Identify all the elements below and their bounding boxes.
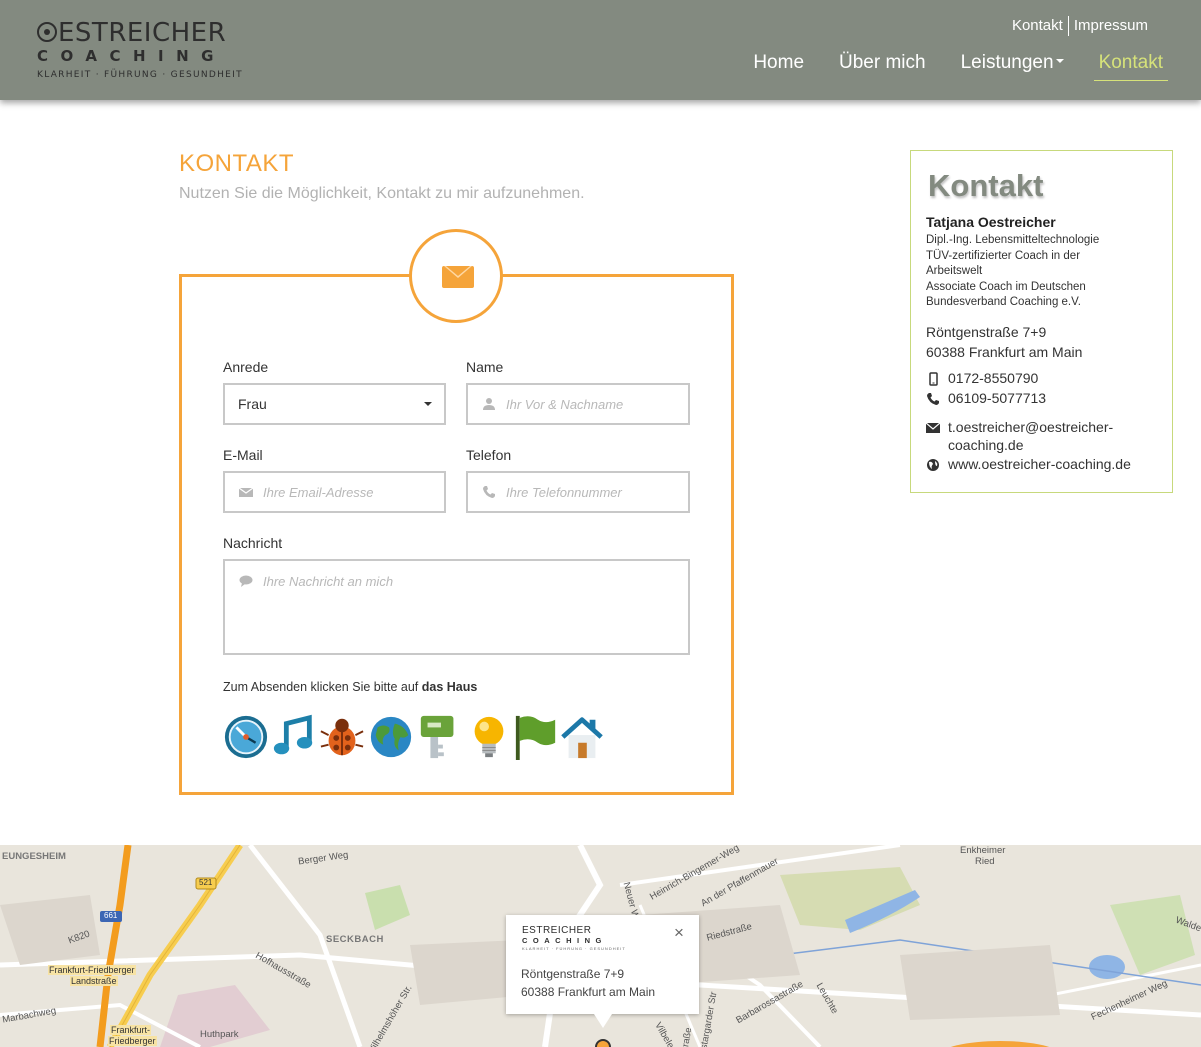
house-icon[interactable]: [559, 713, 605, 761]
envelope-icon: [442, 266, 474, 288]
name-input[interactable]: Ihr Vor & Nachname: [466, 383, 690, 425]
meta-link-impressum[interactable]: Impressum: [1074, 17, 1148, 34]
globe-small-icon: [927, 459, 939, 472]
map-label: Frankfurt-Friedberger: [48, 965, 136, 975]
map-label: Huthpark: [200, 1029, 239, 1040]
contact-address: Röntgenstraße 7+9 60388 Frankfurt am Mai…: [926, 324, 1083, 360]
main-nav: Home Über mich Leistungen Kontakt: [723, 52, 1168, 81]
envelope-icon: [926, 422, 940, 433]
map-label: Landstraße: [70, 976, 118, 986]
email-input[interactable]: Ihre Email-Adresse: [223, 471, 446, 513]
page-title: KONTAKT: [179, 150, 295, 177]
captcha-hint-target: das Haus: [421, 680, 478, 694]
map-label: 521: [199, 878, 213, 887]
contact-phone: 06109-5077713: [926, 390, 1046, 406]
contact-description: Dipl.-Ing. Lebensmitteltechnologie TÜV-z…: [926, 234, 1100, 308]
phone-icon: [483, 486, 495, 498]
contact-name: Tatjana Oestreicher: [926, 214, 1056, 230]
nachricht-label: Nachricht: [223, 535, 283, 551]
map-label: 661: [104, 911, 118, 920]
map-label: SECKBACH: [326, 934, 384, 945]
map-info-popup: ESTREICHER COACHING KLARHEIT · FÜHRUNG ·…: [506, 915, 699, 1028]
mobile-phone-icon: [929, 372, 938, 387]
contact-website: www.oestreicher-coaching.de: [926, 456, 1131, 472]
nav-item-ueber-mich[interactable]: Über mich: [834, 52, 931, 80]
logo-tagline: KLARHEIT · FÜHRUNG · GESUNDHEIT: [37, 70, 243, 80]
sidebar-title: Kontakt: [928, 168, 1044, 203]
map-label: Friedberger: [108, 1036, 157, 1046]
compass-icon[interactable]: [223, 713, 269, 761]
chevron-down-icon: [424, 402, 432, 406]
speech-bubble-icon: [239, 575, 253, 587]
site-logo[interactable]: ESTREICHER COACHING KLARHEIT · FÜHRUNG ·…: [37, 19, 243, 83]
flag-icon[interactable]: [513, 713, 559, 761]
contact-email: t.oestreicher@oestreicher-coaching.de: [926, 418, 1113, 454]
email-label: E-Mail: [223, 447, 263, 463]
bug-icon[interactable]: [319, 713, 365, 761]
telefon-placeholder: Ihre Telefonnummer: [506, 485, 622, 500]
anrede-value: Frau: [238, 396, 267, 412]
site-header: ESTREICHER COACHING KLARHEIT · FÜHRUNG ·…: [0, 0, 1201, 100]
globe-icon[interactable]: [368, 713, 414, 761]
anrede-select[interactable]: Frau: [223, 383, 446, 425]
popup-logo-tagline: KLARHEIT · FÜHRUNG · GESUNDHEIT: [522, 946, 626, 951]
map-label: EUNGESHEIM: [2, 851, 66, 862]
popup-logo: ESTREICHER: [522, 925, 592, 936]
nachricht-textarea[interactable]: Ihre Nachricht an mich: [223, 559, 690, 655]
name-placeholder: Ihr Vor & Nachname: [506, 397, 624, 412]
map-label: Frankfurt-: [110, 1025, 152, 1035]
nav-item-leistungen-label: Leistungen: [960, 52, 1054, 73]
key-icon[interactable]: [417, 713, 463, 761]
page-subtitle: Nutzen Sie die Möglichkeit, Kontakt zu m…: [179, 185, 585, 202]
popup-address: Röntgenstraße 7+9 60388 Frankfurt am Mai…: [521, 967, 656, 999]
meta-separator: [1067, 16, 1069, 36]
nav-item-kontakt[interactable]: Kontakt: [1093, 52, 1168, 81]
logo-o-mark-icon: [37, 22, 57, 42]
user-icon: [483, 398, 495, 410]
caret-down-icon: [1055, 58, 1064, 63]
meta-nav: Kontakt Impressum: [1012, 16, 1148, 36]
captcha-hint: Zum Absenden klicken Sie bitte auf das H…: [223, 680, 478, 694]
meta-link-kontakt[interactable]: Kontakt: [1012, 17, 1063, 34]
name-label: Name: [466, 359, 504, 375]
logo-coaching: COACHING: [37, 47, 226, 65]
logo-wordmark: ESTREICHER: [37, 19, 237, 47]
nachricht-placeholder: Ihre Nachricht an mich: [263, 574, 394, 589]
mail-badge: [409, 229, 503, 323]
nav-item-leistungen[interactable]: Leistungen: [956, 52, 1069, 80]
music-note-icon[interactable]: [271, 713, 317, 761]
contact-mobile: 0172-8550790: [926, 370, 1038, 387]
close-icon[interactable]: ×: [674, 923, 684, 943]
nav-item-home[interactable]: Home: [748, 52, 809, 80]
telefon-label: Telefon: [466, 447, 512, 463]
envelope-small-icon: [239, 487, 253, 497]
popup-logo-coaching: COACHING: [522, 936, 607, 945]
contact-sidebar: Kontakt Tatjana Oestreicher Dipl.-Ing. L…: [910, 150, 1173, 493]
phone-icon: [927, 393, 939, 406]
map-label: Enkheimer: [960, 845, 1006, 856]
lightbulb-icon[interactable]: [466, 713, 512, 761]
telefon-input[interactable]: Ihre Telefonnummer: [466, 471, 690, 513]
email-placeholder: Ihre Email-Adresse: [263, 485, 374, 500]
map-label: Ried: [975, 856, 995, 867]
anrede-label: Anrede: [223, 359, 269, 375]
